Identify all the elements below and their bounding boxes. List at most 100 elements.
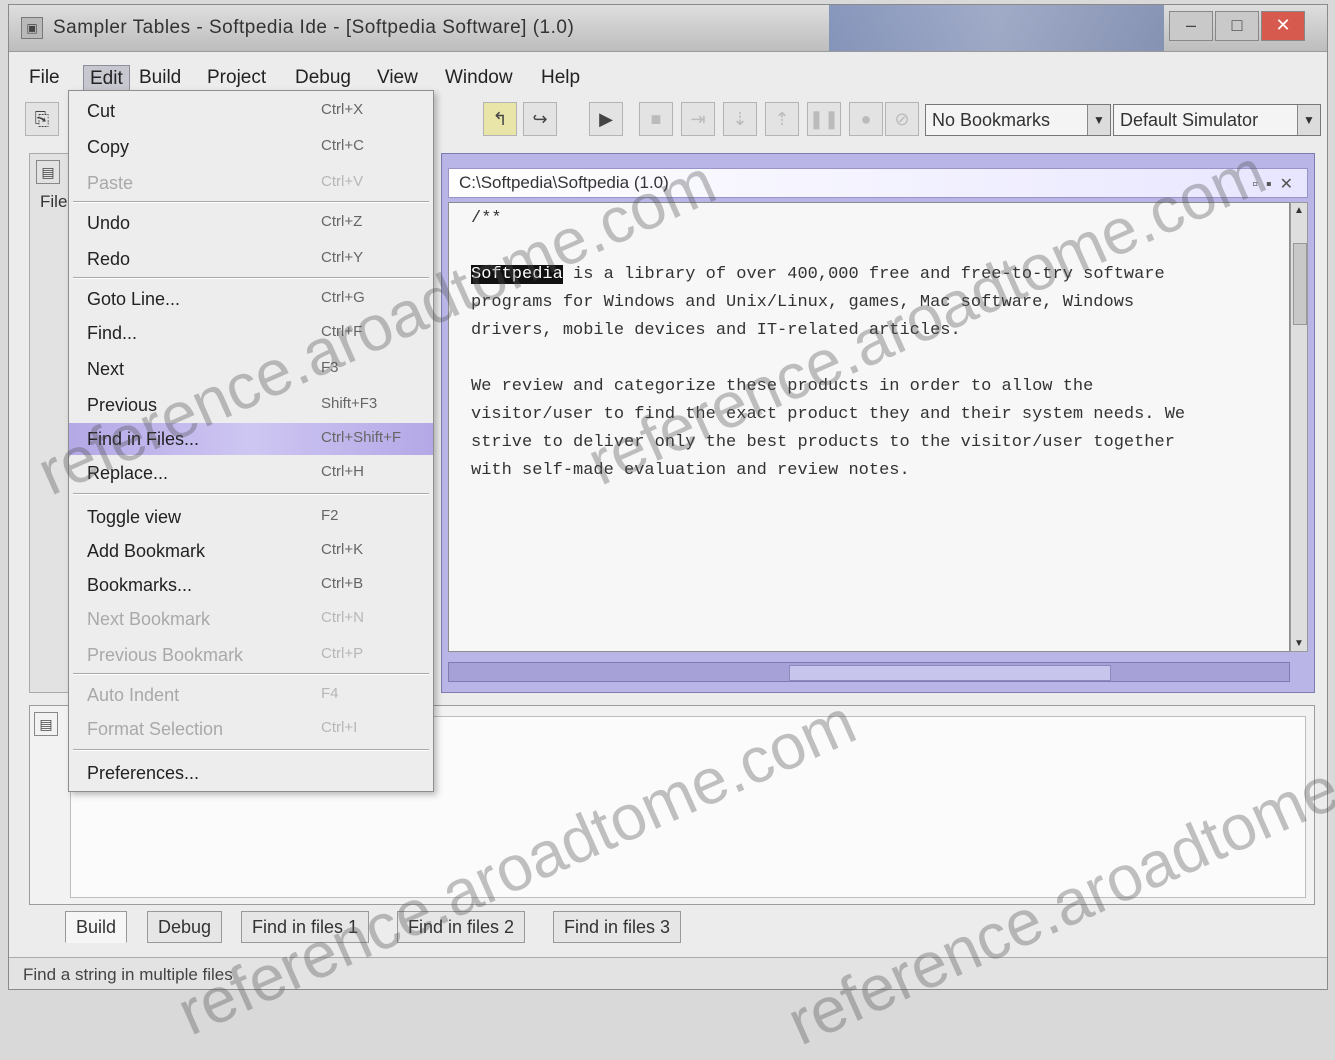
menu-item-shortcut: Ctrl+K [321, 541, 364, 558]
code-line: Softpedia is a library of over 400,000 f… [471, 261, 1289, 289]
vertical-scrollbar[interactable]: ▲ ▼ [1290, 202, 1308, 652]
simulator-combo[interactable]: Default Simulator ▼ [1113, 104, 1321, 136]
menu-build[interactable]: Build [133, 65, 187, 91]
forward-icon[interactable]: ↪ [523, 102, 557, 136]
title-bar-glare [829, 5, 1164, 51]
menu-item-label: Cut [87, 101, 116, 121]
menu-item-label: Add Bookmark [87, 541, 206, 561]
menu-item-label: Replace... [87, 463, 169, 483]
app-icon: ▣ [21, 17, 43, 39]
menu-item-paste[interactable]: Paste Ctrl+V [69, 167, 433, 199]
menu-item-previous[interactable]: Previous Shift+F3 [69, 389, 433, 421]
menu-file[interactable]: File [23, 65, 66, 91]
menu-item-label: Format Selection [87, 719, 224, 739]
simulator-value: Default Simulator [1120, 110, 1259, 130]
menu-item-shortcut: Ctrl+P [321, 645, 364, 662]
window-title: Sampler Tables - Softpedia Ide - [Softpe… [53, 17, 575, 38]
menu-item-toggle-view[interactable]: Toggle view F2 [69, 501, 433, 533]
menu-item-shortcut: Ctrl+V [321, 173, 364, 190]
menu-view[interactable]: View [371, 65, 424, 91]
tab-debug[interactable]: Debug [147, 911, 223, 943]
back-icon[interactable]: ↰ [483, 102, 517, 136]
menu-item-shortcut: Ctrl+F [321, 323, 363, 340]
chevron-down-icon[interactable]: ▼ [1297, 105, 1320, 135]
menu-item-shortcut: Ctrl+G [321, 289, 365, 306]
menu-item-preferences[interactable]: Preferences... [69, 757, 433, 789]
editor-frame: C:\Softpedia\Softpedia (1.0) ▫▪✕ /** Sof… [441, 153, 1315, 693]
menu-item-cut[interactable]: Cut Ctrl+X [69, 95, 433, 127]
new-file-icon[interactable]: ⎘ [25, 102, 59, 136]
edit-menu-dropdown: Cut Ctrl+X Copy Ctrl+C Paste Ctrl+V Undo… [68, 90, 434, 792]
run-icon[interactable]: ▶ [589, 102, 623, 136]
close-button[interactable]: ✕ [1261, 11, 1305, 41]
title-bar: ▣ Sampler Tables - Softpedia Ide - [Soft… [9, 5, 1327, 52]
horizontal-scroll-thumb[interactable] [789, 665, 1111, 681]
menu-item-goto-line[interactable]: Goto Line... Ctrl+G [69, 283, 433, 315]
menu-item-label: Find in Files... [87, 429, 200, 449]
menu-item-bookmarks[interactable]: Bookmarks... Ctrl+B [69, 569, 433, 601]
menu-item-label: Goto Line... [87, 289, 181, 309]
selected-text: Softpedia [471, 265, 563, 284]
editor-tab-title: C:\Softpedia\Softpedia (1.0) [459, 173, 669, 192]
menu-window[interactable]: Window [439, 65, 519, 91]
menu-item-shortcut: F2 [321, 507, 339, 524]
vertical-scroll-thumb[interactable] [1293, 243, 1307, 325]
code-line: visitor/user to find the exact product t… [471, 405, 1186, 424]
menu-item-replace[interactable]: Replace... Ctrl+H [69, 457, 433, 489]
minimize-button[interactable]: – [1169, 11, 1213, 41]
menu-item-shortcut: Ctrl+X [321, 101, 364, 118]
menu-item-next-bookmark[interactable]: Next Bookmark Ctrl+N [69, 603, 433, 635]
code-line: drivers, mobile devices and IT-related a… [471, 321, 961, 340]
code-line: programs for Windows and Unix/Linux, gam… [471, 293, 1135, 312]
pause-icon[interactable]: ❚❚ [807, 102, 841, 136]
menu-item-find-in-files[interactable]: Find in Files... Ctrl+Shift+F [69, 423, 433, 455]
stop-icon[interactable]: ■ [639, 102, 673, 136]
tab-build[interactable]: Build [65, 911, 128, 943]
menu-edit[interactable]: Edit [83, 65, 130, 93]
menu-item-redo[interactable]: Redo Ctrl+Y [69, 243, 433, 275]
step-out-icon[interactable]: ⇡ [765, 102, 799, 136]
code-line: /** [471, 209, 502, 228]
menu-item-undo[interactable]: Undo Ctrl+Z [69, 207, 433, 239]
breakpoint-icon[interactable]: ● [849, 102, 883, 136]
code-line [471, 233, 1289, 261]
step-icon[interactable]: ⇥ [681, 102, 715, 136]
scroll-down-icon[interactable]: ▼ [1291, 638, 1307, 649]
tab-find-in-files-1[interactable]: Find in files 1 [241, 911, 370, 943]
bookmarks-combo[interactable]: No Bookmarks ▼ [925, 104, 1111, 136]
clear-icon[interactable]: ⊘ [885, 102, 919, 136]
menu-debug[interactable]: Debug [289, 65, 357, 91]
chevron-down-icon[interactable]: ▼ [1087, 105, 1110, 135]
menu-item-add-bookmark[interactable]: Add Bookmark Ctrl+K [69, 535, 433, 567]
code-line: We review and categorize these products … [471, 377, 1094, 396]
editor-window-icons[interactable]: ▫▪✕ [1252, 171, 1301, 199]
code-line: with self-made evaluation and review not… [471, 461, 910, 480]
panel-icon[interactable]: ▤ [36, 160, 60, 184]
code-editor[interactable]: /** Softpedia is a library of over 400,0… [448, 202, 1290, 652]
menu-project[interactable]: Project [201, 65, 272, 91]
maximize-button[interactable]: □ [1215, 11, 1259, 41]
menu-separator [73, 201, 429, 203]
menu-item-label: Find... [87, 323, 138, 343]
horizontal-scrollbar[interactable] [448, 662, 1290, 682]
menu-item-copy[interactable]: Copy Ctrl+C [69, 131, 433, 163]
menu-item-previous-bookmark[interactable]: Previous Bookmark Ctrl+P [69, 639, 433, 671]
menu-item-next[interactable]: Next F3 [69, 353, 433, 385]
menu-item-label: Previous Bookmark [87, 645, 244, 665]
menu-item-label: Paste [87, 173, 134, 193]
menu-item-label: Redo [87, 249, 131, 269]
menu-item-auto-indent[interactable]: Auto Indent F4 [69, 679, 433, 711]
menu-item-shortcut: Ctrl+Shift+F [321, 429, 402, 446]
editor-tab[interactable]: C:\Softpedia\Softpedia (1.0) ▫▪✕ [448, 168, 1308, 198]
bookmarks-value: No Bookmarks [932, 110, 1051, 130]
menu-item-find[interactable]: Find... Ctrl+F [69, 317, 433, 349]
output-panel-icon[interactable]: ▤ [34, 712, 58, 736]
menu-separator [73, 673, 429, 675]
tab-find-in-files-3[interactable]: Find in files 3 [553, 911, 682, 943]
menu-item-format-selection[interactable]: Format Selection Ctrl+I [69, 713, 433, 745]
tab-find-in-files-2[interactable]: Find in files 2 [397, 911, 526, 943]
status-bar: Find a string in multiple files [9, 957, 1327, 989]
menu-help[interactable]: Help [535, 65, 586, 91]
step-into-icon[interactable]: ⇣ [723, 102, 757, 136]
scroll-up-icon[interactable]: ▲ [1291, 205, 1307, 216]
